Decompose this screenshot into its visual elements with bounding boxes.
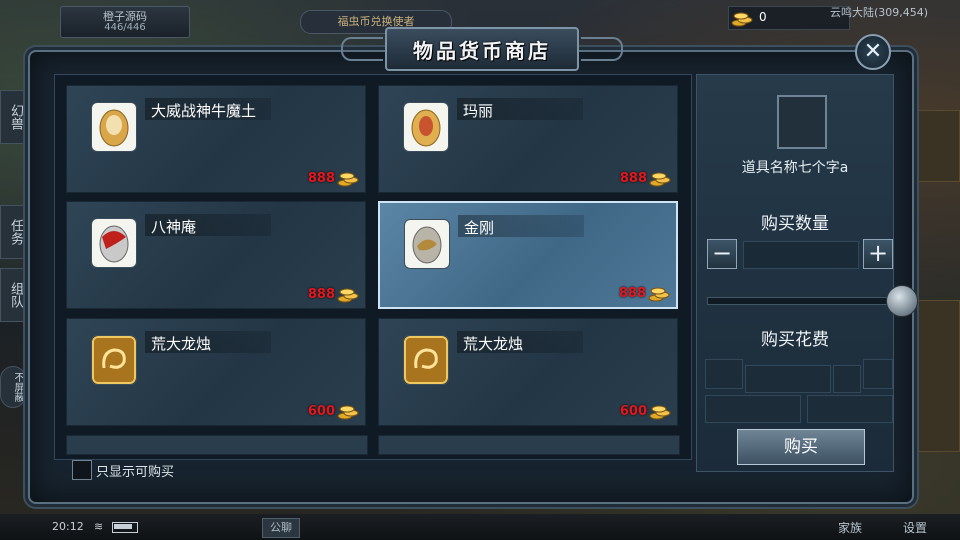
quantity-slider-track[interactable]: [707, 297, 895, 305]
cost-cell: [833, 365, 861, 393]
gold-amount: 0: [759, 10, 767, 24]
right-edge-scene: [918, 110, 960, 182]
quantity-field[interactable]: [743, 241, 859, 269]
shop-title-plate: 物品货币商店: [341, 27, 623, 71]
cost-cell: [745, 365, 831, 393]
item-preview-slot: [777, 95, 827, 149]
minus-icon: −: [711, 239, 733, 267]
side-tab-quests[interactable]: 任务: [0, 205, 26, 259]
cost-cell: [807, 395, 893, 423]
cost-label: 购买花费: [761, 330, 829, 350]
egg-golden-icon: [403, 102, 449, 152]
item-name: 玛丽: [463, 102, 494, 120]
item-grid[interactable]: 大威战神牛魔土 888 玛丽 888 八神庵 888 金刚 888 荒大龙烛 6…: [54, 74, 692, 460]
cost-cell: [705, 359, 743, 389]
wifi-icon: ≋: [94, 520, 104, 533]
selected-item-name: 道具名称七个字a: [741, 160, 849, 176]
gold-coins-icon: [731, 12, 753, 27]
item-price: 888: [307, 171, 335, 186]
shop-item-card[interactable]: 大威战神牛魔土 888: [66, 85, 366, 193]
cost-cell: [863, 359, 893, 389]
clan-button[interactable]: 家族: [838, 519, 862, 536]
increase-quantity-button[interactable]: +: [863, 239, 893, 269]
item-name: 大威战神牛魔土: [151, 102, 257, 120]
gold-coins-icon: [337, 288, 359, 303]
side-tab-team[interactable]: 组队: [0, 268, 26, 322]
gold-coins-icon: [337, 405, 359, 420]
quantity-slider-knob[interactable]: [886, 285, 918, 317]
shop-item-card[interactable]: 荒大龙烛 600: [66, 318, 366, 426]
gold-coins-icon: [649, 405, 671, 420]
gold-coins-icon: [337, 172, 359, 187]
shop-item-card-partial[interactable]: [66, 435, 368, 455]
plus-icon: +: [867, 239, 889, 267]
egg-silver-icon: [404, 219, 450, 269]
right-edge-scene-lower: [918, 300, 960, 452]
close-icon: ✕: [863, 39, 883, 64]
player-hp: 446/446: [104, 22, 146, 33]
filter-label: 只显示可购买: [96, 465, 175, 480]
map-coordinates: 云鸣大陆(309,454): [830, 6, 929, 19]
decrease-quantity-button[interactable]: −: [707, 239, 737, 269]
shop-item-card-selected[interactable]: 金刚 888: [378, 201, 678, 309]
player-status-panel[interactable]: 橙子源码 446/446: [60, 6, 190, 38]
cost-cell: [705, 395, 801, 423]
buy-button[interactable]: 购买: [737, 429, 865, 465]
item-price: 888: [619, 171, 647, 186]
shop-title: 物品货币商店: [413, 39, 551, 63]
close-button[interactable]: ✕: [855, 34, 891, 70]
item-price: 888: [307, 287, 335, 302]
item-name: 金刚: [464, 219, 495, 237]
gold-coins-icon: [648, 287, 670, 302]
shop-item-card[interactable]: 八神庵 888: [66, 201, 366, 309]
chat-button[interactable]: 公聊: [262, 518, 300, 538]
item-price: 600: [619, 404, 647, 419]
gold-coins-icon: [649, 172, 671, 187]
dragon-token-icon: [403, 335, 449, 385]
egg-red-icon: [91, 218, 137, 268]
battery-icon: [112, 522, 138, 533]
settings-button[interactable]: 设置: [903, 519, 927, 536]
item-name: 荒大龙烛: [463, 335, 524, 353]
quantity-label: 购买数量: [761, 214, 829, 234]
clock: 20:12: [52, 520, 84, 533]
purchase-panel: 道具名称七个字a 购买数量 − + 购买花费 购买: [696, 74, 895, 472]
filter-checkbox[interactable]: [72, 460, 92, 480]
shop-item-card-partial[interactable]: [378, 435, 680, 455]
item-price: 600: [307, 404, 335, 419]
shop-item-card[interactable]: 荒大龙烛 600: [378, 318, 678, 426]
bottom-status-bar: 20:12 ≋ 公聊 家族 设置: [0, 514, 960, 540]
dragon-token-icon: [91, 335, 137, 385]
side-toggle-shield[interactable]: 不屏蔽: [0, 366, 26, 408]
item-name: 荒大龙烛: [151, 335, 212, 353]
shop-item-card[interactable]: 玛丽 888: [378, 85, 678, 193]
item-price: 888: [618, 286, 646, 301]
item-name: 八神庵: [151, 218, 197, 236]
egg-golden-icon: [91, 102, 137, 152]
side-tab-pets[interactable]: 幻兽: [0, 90, 26, 144]
